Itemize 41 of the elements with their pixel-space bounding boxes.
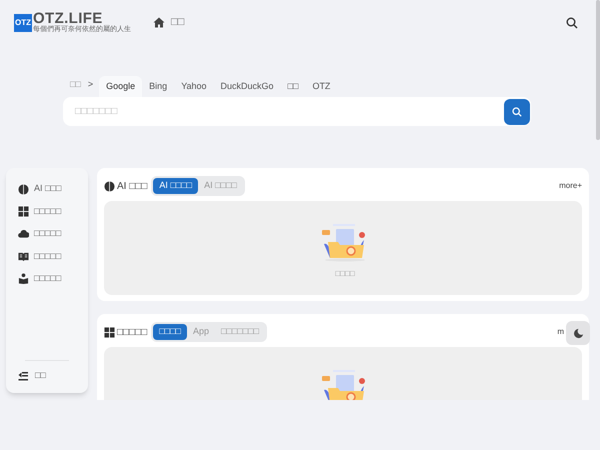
dark-mode-button[interactable]: [566, 321, 590, 345]
scrollbar-thumb[interactable]: [596, 0, 600, 140]
section-tab[interactable]: □□□□: [153, 324, 187, 340]
sidebar-item[interactable]: □□□□□: [18, 222, 76, 246]
section-title: □□□□□: [117, 326, 148, 340]
empty-state-text: □□□□: [335, 268, 355, 280]
sidebar-item[interactable]: AI □□□: [18, 178, 76, 200]
grid-icon: [18, 206, 29, 218]
search-engine-tab[interactable]: OTZ: [305, 76, 338, 97]
home-icon: [153, 17, 165, 28]
brain-icon: [104, 180, 115, 192]
search-button[interactable]: [566, 16, 580, 30]
sidebar-item[interactable]: □□□□□: [18, 200, 76, 223]
sidebar-item[interactable]: □□□□□: [18, 268, 76, 290]
grid-icon: [104, 326, 115, 338]
brain-icon: [18, 184, 29, 195]
section-title: AI □□□: [117, 180, 148, 194]
chevron-icon: >: [88, 78, 100, 97]
sidebar-item[interactable]: □□□□□: [18, 245, 76, 268]
search-engine-tab[interactable]: Yahoo: [174, 76, 214, 97]
search-engine-tab[interactable]: Google: [99, 76, 142, 97]
section-tab[interactable]: AI □□□□: [153, 178, 198, 194]
search-label: □□: [69, 78, 82, 90]
collapse-sidebar-button[interactable]: □□: [18, 367, 76, 385]
search-engine-tab[interactable]: Bing: [142, 76, 174, 97]
reading-person-icon: [18, 273, 29, 284]
search-engine-tab[interactable]: DuckDuckGo: [214, 76, 281, 97]
search-submit-button[interactable]: [504, 98, 530, 124]
moon-icon: [572, 328, 584, 338]
open-book-icon: [18, 250, 29, 262]
search-engine-tab[interactable]: □□: [280, 76, 306, 97]
search-field[interactable]: □□□□□□□: [63, 97, 531, 126]
home-link[interactable]: □□: [153, 14, 184, 31]
collapse-icon: [18, 371, 29, 381]
search-icon: [512, 106, 522, 116]
cloud-icon: [18, 228, 29, 240]
search-icon: [566, 16, 578, 28]
logo-text: OTZ.LIFE: [33, 12, 103, 26]
more-link[interactable]: more+: [559, 180, 582, 192]
logo-badge: OTZ: [14, 14, 32, 32]
more-link[interactable]: m: [557, 326, 564, 338]
